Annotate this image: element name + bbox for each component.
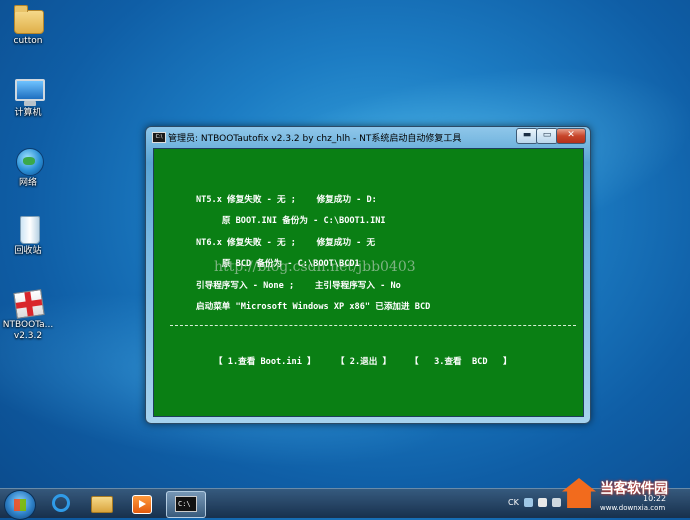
ntbootautofix-icon [12,288,45,319]
logo-text: 当客软件园 [600,481,668,497]
tray-keyboard-icon[interactable] [524,498,533,507]
console-line: NT5.x 修复失败 - 无 ; 修复成功 - D: [196,195,377,205]
desktop-icon-network[interactable]: 网络 [0,146,56,189]
taskbar-internet-explorer[interactable] [42,491,80,516]
media-player-icon [132,495,152,514]
desktop-icon-label: NTBOOTa... [2,320,54,330]
desktop-icon-label-version: v2.3.2 [13,331,43,341]
console-line: 原 BOOT.INI 备份为 - C:\BOOT1.INI [196,216,386,226]
network-icon [12,146,44,176]
window-titlebar[interactable]: C:\ 管理员: NTBOOTautofix v2.3.2 by chz_hlh… [146,127,590,147]
desktop-icon-label: 网络 [18,178,37,188]
menu-option-exit[interactable]: 【 2.退出 】 [336,355,391,367]
console-output[interactable]: NT5.x 修复失败 - 无 ; 修复成功 - D: 原 BOOT.INI 备份… [153,148,584,417]
site-logo: 当客软件园 www.downxia.com [560,474,690,517]
desktop-icon-label: 回收站 [14,246,42,256]
desktop-icon-label: 计算机 [14,108,42,118]
recycle-bin-icon [12,214,44,244]
console-line: 启动菜单 "Microsoft Windows XP x86" 已添加进 BCD [196,302,431,312]
console-line: 引导程序写入 - None ; 主引导程序写入 - No [196,281,401,291]
desktop-icon-cutton[interactable]: cutton [0,4,56,47]
desktop-icon-computer[interactable]: 计算机 [0,76,56,119]
taskbar-media-player[interactable] [122,491,160,516]
taskbar-explorer[interactable] [82,491,120,516]
desktop-icon-ntbootautofix[interactable]: NTBOOTa... v2.3.2 [0,288,56,342]
house-logo-icon [562,478,596,508]
console-divider [170,325,576,326]
console-window[interactable]: C:\ 管理员: NTBOOTautofix v2.3.2 by chz_hlh… [145,126,591,424]
logo-url: www.downxia.com [600,504,666,512]
internet-explorer-icon [52,494,70,512]
close-button[interactable]: ✕ [556,128,586,144]
console-line: NT6.x 修复失败 - 无 ; 修复成功 - 无 [196,238,376,248]
tray-flag-icon[interactable] [538,498,547,507]
minimize-button[interactable]: ▬ [516,128,538,144]
start-button[interactable] [4,490,36,520]
taskbar-console[interactable]: C:\ [166,491,206,518]
folder-icon [12,4,44,34]
watermark-text: http://blog.csdn.net/jbb0403 [214,259,416,275]
console-icon: C:\ [152,132,166,143]
folder-icon [91,496,113,513]
menu-option-view-bootini[interactable]: 【 1.查看 Boot.ini 】 [214,355,316,367]
desktop-icon-label: cutton [13,36,43,46]
window-title: 管理员: NTBOOTautofix v2.3.2 by chz_hlh - N… [168,134,462,144]
console-icon: C:\ [175,496,197,512]
maximize-button[interactable]: ▭ [536,128,558,144]
tray-language[interactable]: CK [508,498,519,507]
computer-icon [12,76,45,106]
menu-option-view-bcd[interactable]: 【 3.查看 BCD 】 [410,355,512,367]
desktop-icon-recycle-bin[interactable]: 回收站 [0,214,56,257]
